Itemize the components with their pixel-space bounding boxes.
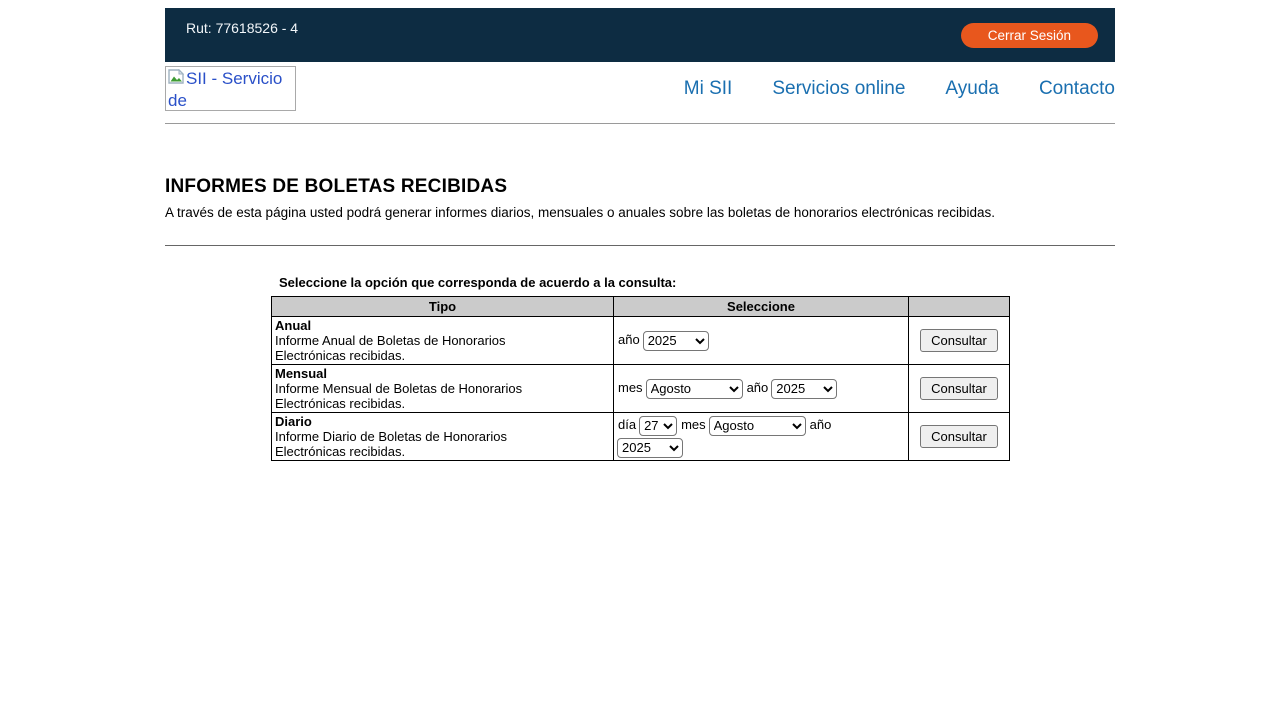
diario-tipo-cell: Diario Informe Diario de Boletas de Hono… xyxy=(271,412,614,461)
main-nav: Mi SII Servicios online Ayuda Contacto xyxy=(644,78,1115,100)
mensual-seleccione-cell: mes Agosto año 2025 xyxy=(613,364,909,413)
field-label-mes: mes xyxy=(618,379,643,395)
page-subtitle: A través de esta página usted podrá gene… xyxy=(165,205,995,220)
row-description: Informe Diario de Boletas de Honorarios … xyxy=(275,429,507,459)
header-divider xyxy=(165,123,1115,124)
row-type-label: Anual xyxy=(275,318,312,333)
anual-tipo-cell: Anual Informe Anual de Boletas de Honora… xyxy=(271,316,614,365)
anual-seleccione-cell: año 2025 xyxy=(613,316,909,365)
rut-label: Rut: 77618526 - 4 xyxy=(186,20,299,36)
diario-month-select[interactable]: Agosto xyxy=(708,415,806,436)
diario-year-select[interactable]: 2025 xyxy=(617,437,683,458)
anual-consultar-button[interactable]: Consultar xyxy=(920,329,998,352)
mensual-year-select[interactable]: 2025 xyxy=(771,378,838,399)
anual-button-cell: Consultar xyxy=(908,316,1010,365)
table-header-row: Tipo Seleccione xyxy=(271,296,1010,317)
nav-item-mi-sii[interactable]: Mi SII xyxy=(684,78,733,100)
section-label: Seleccione la opción que corresponda de … xyxy=(279,275,677,290)
mensual-consultar-button[interactable]: Consultar xyxy=(920,377,998,400)
table-row-diario: Diario Informe Diario de Boletas de Hono… xyxy=(271,412,1010,461)
content-divider xyxy=(165,245,1115,246)
field-label-dia: día xyxy=(618,416,637,432)
nav-item-servicios-online[interactable]: Servicios online xyxy=(772,78,905,100)
field-label-ano: año xyxy=(746,379,769,395)
table-row-anual: Anual Informe Anual de Boletas de Honora… xyxy=(271,316,1010,365)
field-label-ano: año xyxy=(809,416,832,432)
consult-section: Seleccione la opción que corresponda de … xyxy=(271,275,1010,461)
field-label-mes: mes xyxy=(681,416,706,432)
nav-item-ayuda[interactable]: Ayuda xyxy=(945,78,999,100)
diario-seleccione-cell: día 27 mes Agosto año 2025 xyxy=(613,412,909,461)
mensual-month-select[interactable]: Agosto xyxy=(645,378,743,399)
column-header-empty xyxy=(908,296,1010,317)
session-topbar: Rut: 77618526 - 4 Cerrar Sesión xyxy=(165,8,1115,62)
row-type-label: Mensual xyxy=(275,366,328,381)
mensual-tipo-cell: Mensual Informe Mensual de Boletas de Ho… xyxy=(271,364,614,413)
logo-alt-text: SII - Servicio de xyxy=(168,68,283,110)
row-description: Informe Anual de Boletas de Honorarios E… xyxy=(275,333,506,363)
diario-button-cell: Consultar xyxy=(908,412,1010,461)
row-description: Informe Mensual de Boletas de Honorarios… xyxy=(275,381,523,411)
mensual-button-cell: Consultar xyxy=(908,364,1010,413)
table-row-mensual: Mensual Informe Mensual de Boletas de Ho… xyxy=(271,364,1010,413)
anual-year-select[interactable]: 2025 xyxy=(642,330,709,351)
diario-day-select[interactable]: 27 xyxy=(639,415,678,436)
broken-image-icon xyxy=(168,68,185,84)
logout-button[interactable]: Cerrar Sesión xyxy=(960,22,1098,48)
field-label-ano: año xyxy=(618,331,640,347)
site-header: SII - Servicio de Mi SII Servicios onlin… xyxy=(165,66,1115,111)
column-header-tipo: Tipo xyxy=(271,296,614,317)
diario-consultar-button[interactable]: Consultar xyxy=(920,425,998,448)
nav-item-contacto[interactable]: Contacto xyxy=(1039,78,1115,100)
page-container: Rut: 77618526 - 4 Cerrar Sesión SII - Se… xyxy=(165,8,1115,461)
column-header-seleccione: Seleccione xyxy=(613,296,909,317)
row-type-label: Diario xyxy=(275,414,312,429)
sii-logo-broken-image[interactable]: SII - Servicio de xyxy=(165,66,296,111)
page-title: INFORMES DE BOLETAS RECIBIDAS xyxy=(165,176,508,197)
informes-table: Tipo Seleccione Anual Informe Anual de B… xyxy=(271,296,1010,461)
